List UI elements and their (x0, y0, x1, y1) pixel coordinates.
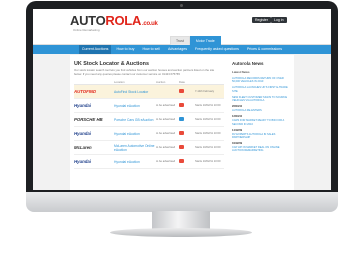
auction-location: to be advertised (156, 104, 176, 108)
table-row[interactable]: PORSCHE HB Porsche Cars GB eAuction to be … (74, 113, 224, 128)
tab-trust[interactable]: Trust (170, 36, 190, 45)
nav-current-auctions[interactable]: Current Auctions (78, 45, 112, 54)
brand-logo-text: Hyundai (74, 131, 91, 137)
table-row[interactable]: Hyundai Hyundai eAuction to be advertised S… (74, 155, 224, 170)
nav-how-to-sell[interactable]: How to sell (139, 45, 163, 54)
auction-location: to be advertised (156, 160, 176, 164)
main-nav: Current Auctions How to buy How to sell … (33, 45, 331, 54)
main-column: UK Stock Locator & Auctions Our stock lo… (74, 59, 224, 170)
auction-name-link[interactable]: Porsche Cars GB eAuction (114, 118, 156, 122)
auction-name-link[interactable]: Hyundai eAuction (114, 104, 156, 108)
col-date: Date (179, 80, 185, 85)
table-row[interactable]: McLaren McLaren Automotive Online eAuctio… (74, 141, 224, 156)
register-button[interactable]: Register (252, 17, 272, 23)
content-panel: UK Stock Locator & Auctions Our stock lo… (70, 55, 294, 190)
intro-text: Our stock locator search tool lets you f… (74, 68, 215, 76)
news-link[interactable]: AUTOROLA LAUNCHES UK'S FIRST E-TRADE SIT… (232, 86, 290, 92)
nav-advantages[interactable]: Advantages (165, 45, 190, 54)
brand-logo: AUTOFIND (74, 89, 114, 94)
calendar-icon[interactable] (179, 89, 195, 94)
browser-screen: AUTOROLA.co.uk Online Remarketing Regist… (33, 9, 331, 190)
table-row[interactable]: Hyundai Hyundai eAuction to be advertised S… (74, 127, 224, 142)
brand-logo: Hyundai (74, 103, 114, 108)
auction-name-link[interactable]: Hyundai eAuction (114, 132, 156, 136)
nav-faq[interactable]: Frequently asked questions (192, 45, 242, 54)
news-link[interactable]: AUTOROLA RE-ENTERS (232, 109, 290, 112)
news-link[interactable]: NEW FLEET CUSTOMER SIGNS TO SOURCE VEHIC… (232, 96, 290, 102)
webcam (180, 4, 183, 7)
monitor-stand-base (110, 228, 252, 237)
news-subtitle: Latest News (232, 70, 250, 74)
auction-location: to be advertised (156, 146, 176, 150)
news-link[interactable]: CAP HPI IN MARKET DEAL ON ONLINE AUCTION… (232, 146, 290, 152)
news-date: 04/12/09 (232, 142, 243, 146)
logo-main-text: AUTO (70, 13, 106, 28)
auctions-table: Location Auction Date AUTOFIND AutoFind S… (74, 80, 224, 170)
calendar-icon[interactable] (179, 159, 195, 164)
page-title: UK Stock Locator & Auctions (74, 61, 149, 67)
col-name: Location (114, 80, 125, 85)
site-tagline: Online Remarketing (73, 28, 100, 32)
brand-logo: Hyundai (74, 131, 114, 136)
nav-prices[interactable]: Prices & commissions (244, 45, 285, 54)
brand-logo-text: AUTOFIND (74, 89, 97, 95)
tab-motor-trade[interactable]: Motor Trade (189, 36, 221, 45)
news-link[interactable]: RV EXPERTS AUTOROLA IN SALES PARTNERSHIP (232, 133, 290, 139)
monitor-mockup: AUTOROLA.co.uk Online Remarketing Regist… (0, 0, 362, 262)
col-location: Auction (156, 80, 166, 85)
news-title: Autorola News (232, 61, 264, 66)
table-row[interactable]: Hyundai Hyundai eAuction to be advertised S… (74, 99, 224, 114)
calendar-icon[interactable] (179, 145, 195, 150)
brand-logo: Hyundai (74, 159, 114, 164)
news-date: 14/12/09 (232, 128, 243, 132)
calendar-icon[interactable] (179, 103, 195, 108)
news-date: 12/04/10 (232, 115, 243, 119)
auction-name-link[interactable]: Hyundai eAuction (114, 160, 156, 164)
auction-date: Starts 10/02/11 10:00 (195, 146, 221, 150)
auction-name-link[interactable]: AutoFind Stock Locator (114, 90, 156, 94)
brand-logo: PORSCHE HB (74, 117, 114, 122)
auction-date: Starts 10/02/11 10:00 (195, 132, 221, 136)
login-button[interactable]: Log in (271, 17, 287, 23)
news-link[interactable]: AUTOROLA RECORDS RETURN OF OVER 50,000 V… (232, 77, 290, 83)
calendar-icon[interactable] (179, 117, 195, 122)
col-logo (74, 80, 114, 84)
site-header: AUTOROLA.co.uk Online Remarketing Regist… (33, 9, 331, 45)
auction-date: Starts 10/02/11 10:00 (195, 160, 221, 164)
news-link[interactable]: CARS FOR MARKET READY TO BID FOR A SECON… (232, 119, 290, 125)
brand-logo-text: McLaren (74, 145, 92, 151)
auction-date: Starts 10/02/11 10:00 (195, 104, 221, 108)
col-extra (195, 80, 224, 84)
calendar-icon[interactable] (179, 131, 195, 136)
auction-date: 7-14th February (195, 90, 215, 94)
logo-accent-text: ROLA (105, 13, 142, 28)
monitor-chin (26, 192, 338, 212)
auction-date: Starts 10/02/11 10:00 (195, 118, 221, 122)
brand-logo-text: PORSCHE HB (74, 117, 103, 123)
auction-name-link[interactable]: McLaren Automotive Online eAuction (114, 144, 156, 152)
brand-logo: McLaren (74, 145, 114, 150)
nav-how-to-buy[interactable]: How to buy (113, 45, 137, 54)
table-row[interactable]: AUTOFIND AutoFind Stock Locator 7-14th Feb… (74, 85, 224, 100)
news-date: 26/04/10 (232, 105, 243, 109)
brand-logo-text: Hyundai (74, 103, 91, 109)
auction-location: to be advertised (156, 132, 176, 136)
auction-location: to be advertised (156, 118, 176, 122)
logo-tld: .co.uk (142, 21, 158, 27)
news-sidebar: Autorola News Latest News AUTOROLA RECOR… (232, 59, 290, 153)
brand-logo-text: Hyundai (74, 159, 91, 165)
mode-tabs: Trust Motor Trade (170, 36, 221, 45)
site-logo[interactable]: AUTOROLA.co.uk (70, 13, 158, 28)
